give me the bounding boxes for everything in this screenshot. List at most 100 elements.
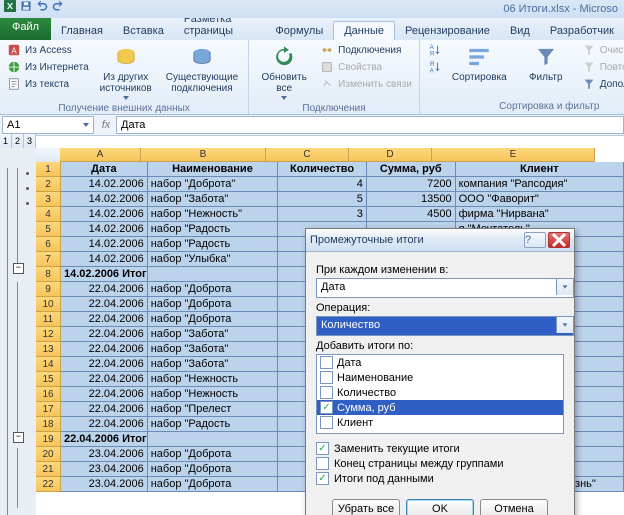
tab-developer[interactable]: Разработчик	[540, 22, 624, 40]
redo-icon[interactable]	[52, 0, 64, 18]
tab-formulas[interactable]: Формулы	[265, 22, 333, 40]
listbox-item[interactable]: Сумма, руб	[317, 400, 563, 415]
tab-review[interactable]: Рецензирование	[395, 22, 500, 40]
cell[interactable]: 4500	[367, 207, 456, 222]
replace-checkbox-row[interactable]: Заменить текущие итоги	[316, 442, 564, 455]
cell[interactable]: 22.04.2006	[61, 417, 148, 432]
sort-button[interactable]: Сортировка	[446, 42, 513, 92]
row-header[interactable]: 10	[36, 297, 61, 312]
help-button[interactable]: ?	[524, 232, 546, 248]
cell[interactable]: набор "Нежность	[148, 372, 279, 387]
select-all[interactable]	[36, 148, 61, 163]
cell[interactable]: 14.02.2006	[61, 207, 148, 222]
sort-asc-button[interactable]: АЯ	[424, 42, 444, 58]
close-button[interactable]	[548, 232, 570, 248]
existing-connections-button[interactable]: Существующие подключения	[160, 42, 244, 102]
cell[interactable]: набор "Забота"	[148, 327, 279, 342]
col-header-e[interactable]: E	[432, 148, 595, 162]
cell[interactable]: 5	[278, 192, 367, 207]
row-header[interactable]: 18	[36, 417, 61, 432]
cell[interactable]: ООО "Фаворит"	[456, 192, 624, 207]
outline-level-1[interactable]: 1	[0, 134, 12, 148]
row-header[interactable]: 11	[36, 312, 61, 327]
cell[interactable]: 22.04.2006	[61, 297, 148, 312]
chevron-down-icon[interactable]	[556, 279, 573, 295]
cancel-button[interactable]: Отмена	[480, 499, 548, 515]
advanced-filter-button[interactable]: Дополнительно	[579, 76, 624, 92]
cell[interactable]: 4	[278, 177, 367, 192]
cell[interactable]: 7200	[367, 177, 456, 192]
cell[interactable]: 22.04.2006	[61, 327, 148, 342]
row-header[interactable]: 12	[36, 327, 61, 342]
sort-desc-button[interactable]: ЯА	[424, 59, 444, 75]
header-cell[interactable]: Количество	[278, 162, 367, 177]
checkbox-icon[interactable]	[316, 442, 329, 455]
header-cell[interactable]: Клиент	[456, 162, 624, 177]
checkbox-icon[interactable]	[320, 401, 333, 414]
from-text-button[interactable]: Из текста	[4, 76, 92, 92]
refresh-all-button[interactable]: Обновить все	[253, 42, 315, 102]
tab-view[interactable]: Вид	[500, 22, 540, 40]
each-change-select[interactable]: Дата	[316, 278, 574, 298]
file-tab[interactable]: Файл	[0, 17, 51, 40]
row-header[interactable]: 20	[36, 447, 61, 462]
header-cell[interactable]: Наименование	[148, 162, 279, 177]
cell[interactable]: 22.04.2006 Итог	[61, 432, 148, 447]
from-web-button[interactable]: Из Интернета	[4, 59, 92, 75]
checkbox-icon[interactable]	[316, 472, 329, 485]
cell[interactable]: 14.02.2006 Итог	[61, 267, 148, 282]
cell[interactable]: компания "Рапсодия"	[456, 177, 624, 192]
row-header[interactable]: 3	[36, 192, 61, 207]
cell[interactable]: набор "Прелест	[148, 402, 279, 417]
row-header[interactable]: 13	[36, 342, 61, 357]
row-header[interactable]: 16	[36, 387, 61, 402]
checkbox-icon[interactable]	[320, 386, 333, 399]
row-header[interactable]: 21	[36, 462, 61, 477]
cell[interactable]	[148, 432, 278, 447]
cell[interactable]: 23.04.2006	[61, 477, 148, 492]
row-header[interactable]: 17	[36, 402, 61, 417]
fx-label[interactable]: fx	[96, 119, 116, 131]
cell[interactable]: 14.02.2006	[61, 237, 148, 252]
chevron-down-icon[interactable]	[556, 317, 573, 333]
filter-button[interactable]: Фильтр	[515, 42, 577, 92]
operation-select[interactable]: Количество	[316, 316, 574, 336]
from-other-sources-button[interactable]: Из других источников	[94, 42, 158, 102]
cell[interactable]: набор "Радость	[148, 237, 279, 252]
row-header[interactable]: 4	[36, 207, 61, 222]
header-cell[interactable]: Сумма, руб	[367, 162, 456, 177]
cell[interactable]: 22.04.2006	[61, 282, 148, 297]
cell[interactable]: 22.04.2006	[61, 387, 148, 402]
outline-collapse-1[interactable]: −	[13, 263, 24, 274]
cell[interactable]: 23.04.2006	[61, 462, 148, 477]
outline-level-2[interactable]: 2	[12, 134, 24, 148]
cell[interactable]: 22.04.2006	[61, 342, 148, 357]
listbox-item[interactable]: Наименование	[317, 370, 563, 385]
edit-links-button[interactable]: Изменить связи	[317, 76, 415, 92]
col-header-d[interactable]: D	[349, 148, 432, 162]
cell[interactable]: 14.02.2006	[61, 192, 148, 207]
cell[interactable]: набор "Доброта	[148, 282, 279, 297]
cell[interactable]: 22.04.2006	[61, 312, 148, 327]
name-box[interactable]: A1	[2, 116, 94, 134]
cell[interactable]: набор "Доброта	[148, 477, 279, 492]
cell[interactable]: 14.02.2006	[61, 177, 148, 192]
row-header[interactable]: 5	[36, 222, 61, 237]
row-header[interactable]: 15	[36, 372, 61, 387]
outline-collapse-2[interactable]: −	[13, 432, 24, 443]
formula-input[interactable]: Дата	[116, 116, 624, 134]
cell[interactable]: набор "Нежность	[148, 387, 279, 402]
below-checkbox-row[interactable]: Итоги под данными	[316, 472, 564, 485]
cell[interactable]: набор "Доброта	[148, 312, 279, 327]
cell[interactable]: 22.04.2006	[61, 402, 148, 417]
cell[interactable]: набор "Радость	[148, 417, 279, 432]
tab-data[interactable]: Данные	[333, 21, 395, 40]
cell[interactable]: набор "Доброта	[148, 297, 279, 312]
cell[interactable]: 3	[278, 207, 367, 222]
listbox-item[interactable]: Дата	[317, 355, 563, 370]
cell[interactable]: 14.02.2006	[61, 222, 148, 237]
col-header-a[interactable]: A	[60, 148, 141, 162]
cell[interactable]: набор "Радость	[148, 222, 279, 237]
reapply-button[interactable]: Повторить	[579, 59, 624, 75]
cell[interactable]: 23.04.2006	[61, 447, 148, 462]
